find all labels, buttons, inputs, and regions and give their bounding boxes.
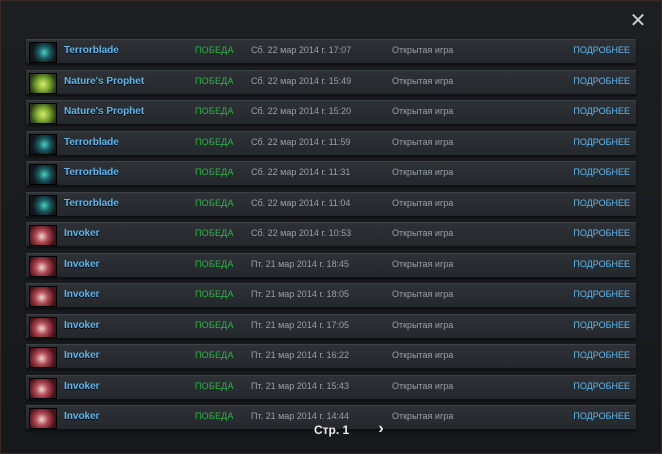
match-history-panel: ✕ Terrorblade ПОБЕДА Сб. 22 мар 2014 г. 17… (0, 0, 662, 454)
details-link[interactable]: ПОДРОБНЕЕ (573, 289, 630, 299)
game-mode: Открытая игра (392, 380, 454, 391)
hero-name[interactable]: Terrorblade (64, 198, 119, 209)
hero-portrait-icon (29, 72, 57, 94)
hero-portrait-icon (29, 103, 57, 124)
match-row[interactable]: Terrorblade ПОБЕДА Сб. 22 мар 2014 г. 11:0… (26, 191, 636, 217)
game-mode: Открытая игра (392, 45, 454, 55)
hero-portrait-icon (29, 42, 57, 63)
match-row[interactable]: Invoker ПОБЕДА Сб. 22 мар 2014 г. 10:53 Отк… (26, 222, 636, 247)
match-result: ПОБЕДА (195, 289, 234, 299)
close-icon[interactable]: ✕ (628, 11, 648, 31)
details-link[interactable]: ПОДРОБНЕЕ (573, 45, 630, 55)
match-row[interactable]: Terrorblade ПОБЕДА Сб. 22 мар 2014 г. 11:3… (26, 161, 636, 186)
game-mode: Открытая игра (392, 75, 454, 86)
hero-name[interactable]: Invoker (64, 228, 100, 239)
next-page-icon[interactable]: › (373, 421, 389, 437)
game-mode: Открытая игра (392, 350, 454, 360)
hero-name[interactable]: Terrorblade (64, 45, 119, 56)
match-row[interactable]: Invoker ПОБЕДА Пт. 21 мар 2014 г. 15:43 Отк… (26, 374, 636, 400)
details-link[interactable]: ПОДРОБНЕЕ (573, 167, 630, 177)
hero-portrait-icon (29, 194, 57, 216)
game-mode: Открытая игра (392, 319, 454, 330)
match-result: ПОБЕДА (195, 197, 234, 208)
details-link[interactable]: ПОДРОБНЕЕ (573, 350, 630, 360)
game-mode: Открытая игра (392, 136, 454, 147)
match-date: Пт. 21 мар 2014 г. 17:05 (251, 319, 350, 330)
hero-portrait-icon (29, 255, 57, 277)
match-row[interactable]: Nature's Prophet ПОБЕДА Сб. 22 мар 2014 г.… (26, 69, 636, 95)
match-row[interactable]: Terrorblade ПОБЕДА Сб. 22 мар 2014 г. 11:5… (26, 130, 636, 156)
details-link[interactable]: ПОДРОБНЕЕ (573, 381, 630, 391)
game-mode: Открытая игра (392, 106, 454, 116)
match-result: ПОБЕДА (195, 350, 234, 360)
match-date: Сб. 22 мар 2014 г. 15:20 (251, 106, 352, 116)
match-date: Сб. 22 мар 2014 г. 10:53 (251, 228, 352, 238)
match-result: ПОБЕДА (195, 380, 234, 391)
match-date: Пт. 21 мар 2014 г. 14:44 (251, 411, 350, 421)
hero-portrait-icon (29, 164, 57, 185)
match-date: Пт. 21 мар 2014 г. 15:43 (251, 380, 350, 391)
hero-name[interactable]: Invoker (64, 381, 100, 392)
details-link[interactable]: ПОДРОБНЕЕ (573, 320, 630, 330)
match-row[interactable]: Invoker ПОБЕДА Пт. 21 мар 2014 г. 16:22 Отк… (26, 344, 636, 369)
pagination: Стр. 1 › (1, 421, 661, 439)
game-mode: Открытая игра (392, 258, 454, 269)
match-date: Сб. 22 мар 2014 г. 11:31 (251, 167, 351, 177)
match-row[interactable]: Nature's Prophet ПОБЕДА Сб. 22 мар 2014 г.… (26, 100, 636, 125)
match-date: Пт. 21 мар 2014 г. 18:05 (251, 289, 350, 299)
hero-portrait-icon (29, 347, 57, 368)
hero-name[interactable]: Invoker (64, 259, 100, 270)
hero-name[interactable]: Terrorblade (64, 137, 119, 148)
match-result: ПОБЕДА (195, 136, 234, 147)
game-mode: Открытая игра (392, 197, 454, 208)
hero-name[interactable]: Terrorblade (64, 167, 119, 178)
hero-portrait-icon (29, 225, 57, 246)
hero-name[interactable]: Nature's Prophet (64, 106, 144, 117)
game-mode: Открытая игра (392, 289, 454, 299)
match-date: Сб. 22 мар 2014 г. 15:49 (251, 75, 352, 86)
match-date: Сб. 22 мар 2014 г. 17:07 (251, 45, 352, 55)
hero-portrait-icon (29, 316, 57, 338)
details-link[interactable]: ПОДРОБНЕЕ (573, 137, 630, 147)
details-link[interactable]: ПОДРОБНЕЕ (573, 411, 630, 421)
match-list: Terrorblade ПОБЕДА Сб. 22 мар 2014 г. 17:0… (26, 39, 636, 436)
game-mode: Открытая игра (392, 167, 454, 177)
match-result: ПОБЕДА (195, 106, 234, 116)
match-date: Сб. 22 мар 2014 г. 11:59 (251, 136, 351, 147)
match-result: ПОБЕДА (195, 167, 234, 177)
match-date: Пт. 21 мар 2014 г. 16:22 (251, 350, 350, 360)
match-result: ПОБЕДА (195, 258, 234, 269)
game-mode: Открытая игра (392, 228, 454, 238)
details-link[interactable]: ПОДРОБНЕЕ (573, 106, 630, 116)
page-label: Стр. 1 (314, 423, 350, 437)
hero-portrait-icon (29, 133, 57, 155)
match-result: ПОБЕДА (195, 228, 234, 238)
match-result: ПОБЕДА (195, 319, 234, 330)
hero-name[interactable]: Invoker (64, 320, 100, 331)
match-row[interactable]: Invoker ПОБЕДА Пт. 21 мар 2014 г. 18:05 Отк… (26, 283, 636, 308)
hero-portrait-icon (29, 377, 57, 399)
match-row[interactable]: Terrorblade ПОБЕДА Сб. 22 мар 2014 г. 17:0… (26, 39, 636, 64)
hero-name[interactable]: Nature's Prophet (64, 76, 144, 87)
match-row[interactable]: Invoker ПОБЕДА Пт. 21 мар 2014 г. 17:05 Отк… (26, 313, 636, 339)
hero-portrait-icon (29, 286, 57, 307)
hero-name[interactable]: Invoker (64, 350, 100, 361)
hero-name[interactable]: Invoker (64, 289, 100, 300)
details-link[interactable]: ПОДРОБНЕЕ (573, 76, 630, 86)
match-result: ПОБЕДА (195, 75, 234, 86)
match-result: ПОБЕДА (195, 411, 234, 421)
details-link[interactable]: ПОДРОБНЕЕ (573, 228, 630, 238)
details-link[interactable]: ПОДРОБНЕЕ (573, 198, 630, 208)
details-link[interactable]: ПОДРОБНЕЕ (573, 259, 630, 269)
match-date: Пт. 21 мар 2014 г. 18:45 (251, 258, 350, 269)
match-date: Сб. 22 мар 2014 г. 11:04 (251, 197, 351, 208)
game-mode: Открытая игра (392, 411, 454, 421)
match-result: ПОБЕДА (195, 45, 234, 55)
match-row[interactable]: Invoker ПОБЕДА Пт. 21 мар 2014 г. 18:45 Отк… (26, 252, 636, 278)
